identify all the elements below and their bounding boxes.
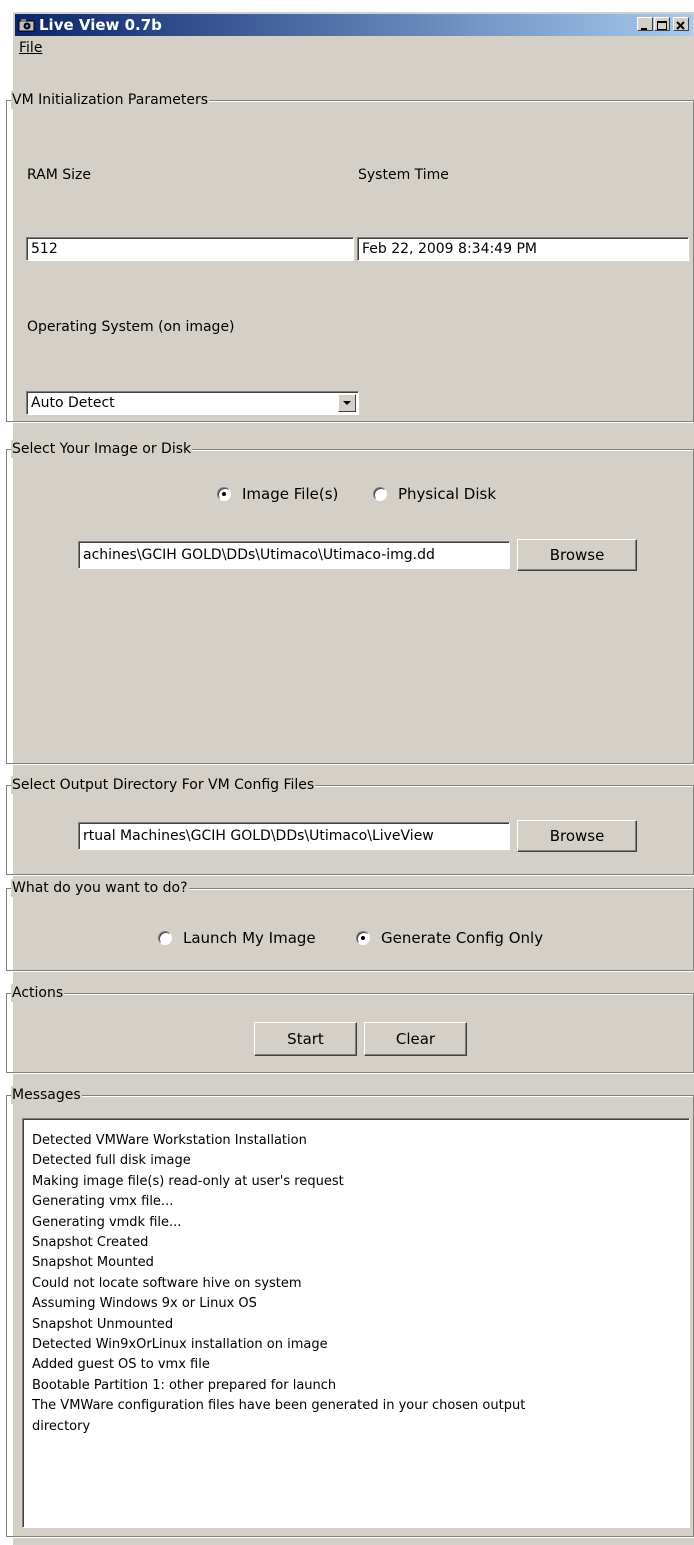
messages-group-label: Messages — [11, 1086, 82, 1104]
system-time-input[interactable]: Feb 22, 2009 8:34:49 PM — [357, 237, 689, 261]
menu-file[interactable]: File — [19, 40, 42, 56]
chevron-down-icon — [343, 401, 351, 405]
message-line: Generating vmx file... — [32, 1194, 174, 1210]
output-dir-input[interactable]: rtual Machines\GCIH GOLD\DDs\Utimaco\Liv… — [78, 822, 510, 850]
image-file-label[interactable]: Image File(s) — [242, 485, 338, 503]
ram-size-input[interactable]: 512 — [26, 237, 354, 261]
start-button[interactable]: Start — [254, 1022, 357, 1056]
action-choice-group: What do you want to do? — [6, 879, 694, 971]
output-browse-button[interactable]: Browse — [517, 820, 637, 852]
system-time-label: System Time — [358, 167, 449, 183]
os-dropdown-button[interactable] — [338, 394, 356, 412]
menu-bar: File — [15, 38, 693, 58]
os-label: Operating System (on image) — [27, 319, 235, 335]
actions-group-label: Actions — [11, 984, 65, 1002]
camera-icon — [18, 19, 35, 32]
maximize-button[interactable] — [654, 17, 670, 31]
close-button[interactable] — [673, 17, 689, 31]
message-line: The VMWare configuration files have been… — [32, 1398, 526, 1414]
generate-config-label[interactable]: Generate Config Only — [381, 929, 543, 947]
physical-disk-radio[interactable] — [373, 487, 387, 501]
message-line: Generating vmdk file... — [32, 1214, 182, 1230]
message-line: Snapshot Created — [32, 1235, 149, 1251]
message-line: Could not locate software hive on system — [32, 1275, 302, 1291]
window-title: Live View 0.7b — [39, 16, 162, 34]
message-line: Making image file(s) read-only at user's… — [32, 1173, 344, 1189]
minimize-icon — [641, 28, 647, 30]
message-line: Assuming Windows 9x or Linux OS — [32, 1296, 257, 1312]
image-browse-button[interactable]: Browse — [517, 539, 637, 571]
message-line: Detected Win9xOrLinux installation on im… — [32, 1337, 328, 1353]
clear-button[interactable]: Clear — [364, 1022, 467, 1056]
messages-log[interactable]: Detected VMWare Workstation Installation… — [22, 1118, 690, 1528]
message-line: directory — [32, 1418, 91, 1434]
generate-config-radio[interactable] — [356, 931, 370, 945]
image-file-radio[interactable] — [217, 487, 231, 501]
image-select-group: Select Your Image or Disk — [6, 440, 694, 764]
message-line: Detected full disk image — [32, 1153, 191, 1169]
action-choice-group-label: What do you want to do? — [11, 879, 189, 897]
os-select[interactable]: Auto Detect — [26, 391, 359, 415]
os-select-value: Auto Detect — [31, 395, 115, 411]
minimize-button[interactable] — [637, 17, 653, 31]
launch-image-radio[interactable] — [158, 931, 172, 945]
vm-params-group: VM Initialization Parameters — [6, 91, 694, 422]
message-line: Snapshot Mounted — [32, 1255, 154, 1271]
radio-selected-dot — [361, 936, 365, 940]
image-select-group-label: Select Your Image or Disk — [11, 440, 193, 458]
radio-selected-dot — [222, 492, 226, 496]
menu-file-label: File — [19, 40, 43, 56]
output-dir-group-label: Select Output Directory For VM Config Fi… — [11, 776, 316, 794]
close-icon — [676, 21, 685, 30]
maximize-icon — [657, 21, 667, 30]
title-bar[interactable]: Live View 0.7b — [15, 14, 693, 36]
physical-disk-label[interactable]: Physical Disk — [398, 485, 496, 503]
message-line: Snapshot Unmounted — [32, 1316, 174, 1332]
message-line: Added guest OS to vmx file — [32, 1357, 210, 1373]
message-line: Bootable Partition 1: other prepared for… — [32, 1377, 337, 1393]
message-line: Detected VMWare Workstation Installation — [32, 1133, 307, 1148]
launch-image-label[interactable]: Launch My Image — [183, 929, 316, 947]
vm-params-group-label: VM Initialization Parameters — [11, 91, 210, 109]
image-path-input[interactable]: achines\GCIH GOLD\DDs\Utimaco\Utimaco-im… — [78, 541, 510, 569]
ram-size-label: RAM Size — [27, 167, 92, 183]
